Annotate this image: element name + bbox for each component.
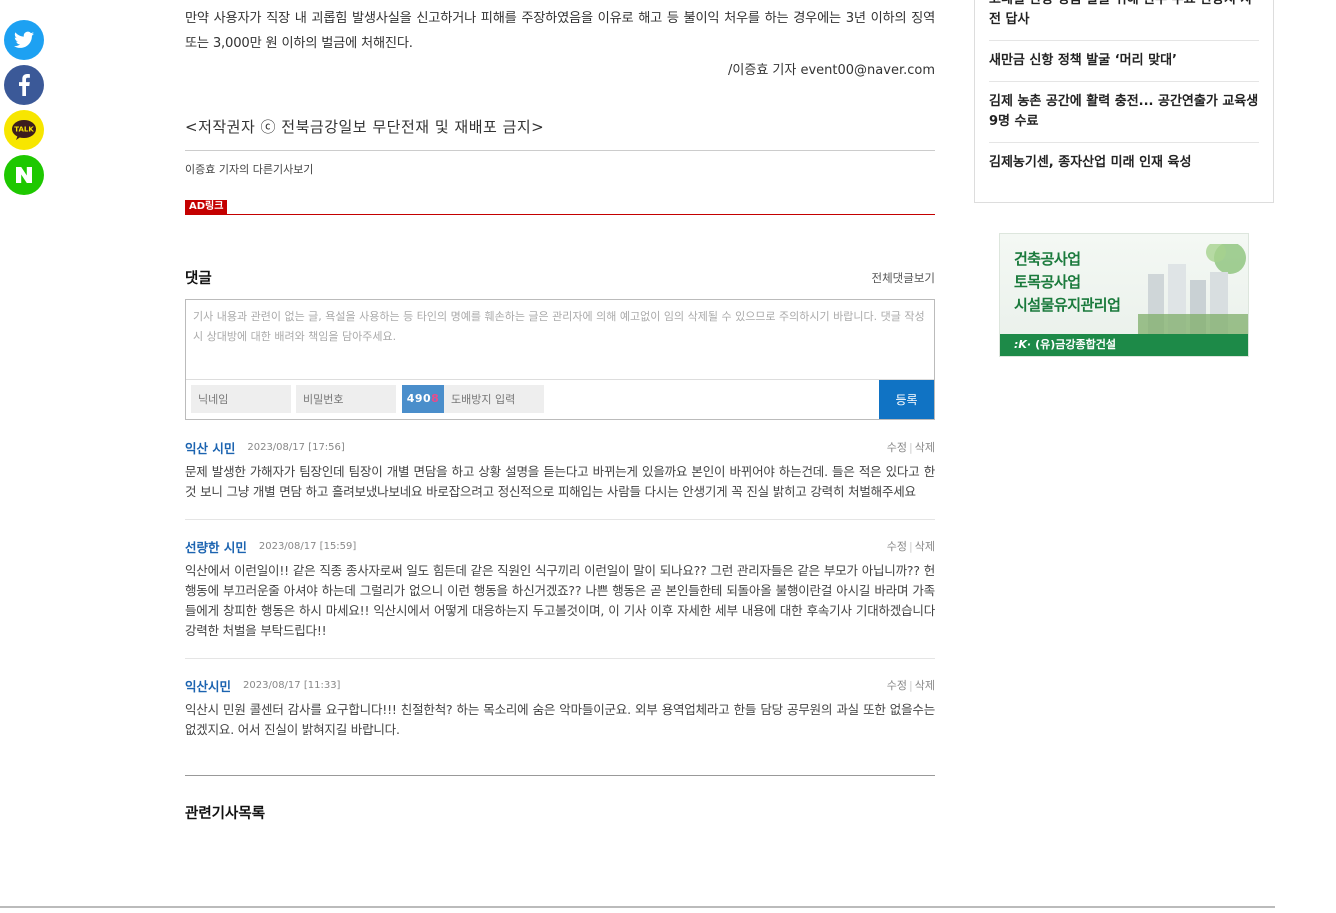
company-logo-icon: :K·	[1014, 338, 1032, 351]
sidebar-news-item[interactable]: 김제농기센, 종자산업 미래 인재 육성	[989, 143, 1259, 183]
sidebar-news-item[interactable]: 코레일 관광 상품 발굴 위해 완주 주요 관광지 사전 답사	[989, 0, 1259, 41]
article-paragraph: 만약 사용자가 직장 내 괴롭힘 발생사실을 신고하거나 피해를 주장하였음을 …	[185, 11, 935, 51]
naver-icon	[16, 167, 32, 183]
sidebar-news-item[interactable]: 새만금 신항 정책 발굴 ‘머리 맞대’	[989, 41, 1259, 82]
main-content: 만약 사용자가 직장 내 괴롭힘 발생사실을 신고하거나 피해를 주장하였음을 …	[185, 0, 935, 823]
comment-author: 익산시민	[185, 678, 232, 694]
ad-line-2: 토목공사업	[1014, 273, 1081, 291]
comment-text: 익산에서 이런일이!! 같은 직종 종사자로써 일도 힘든데 같은 직원인 식구…	[185, 563, 935, 638]
footer-divider	[0, 906, 1275, 908]
kakaotalk-share-button[interactable]: TALK	[4, 110, 44, 150]
twitter-share-button[interactable]	[4, 20, 44, 60]
nickname-input[interactable]	[191, 385, 291, 413]
twitter-icon	[14, 31, 34, 48]
sidebar-news-list: 코레일 관광 상품 발굴 위해 완주 주요 관광지 사전 답사 새만금 신항 정…	[974, 0, 1274, 203]
spam-prevention-input[interactable]	[444, 385, 544, 413]
related-articles-title: 관련기사목록	[185, 806, 266, 822]
comment-section-title: 댓글	[185, 271, 212, 287]
comment-delete-link[interactable]: 삭제	[915, 540, 935, 553]
comment-date: 2023/08/17 [11:33]	[243, 679, 341, 691]
ad-link-section: AD링크	[185, 199, 935, 215]
separator: |	[909, 441, 913, 454]
article-byline: /이증효 기자 event00@naver.com	[728, 63, 935, 78]
construction-ad-banner[interactable]: 건축공사업 토목공사업 시설물유지관리업 :K· (유)금강종합건설	[999, 233, 1249, 357]
svg-text:TALK: TALK	[14, 126, 34, 134]
ad-banner-text: 건축공사업 토목공사업 시설물유지관리업	[1014, 248, 1121, 317]
building-illustration	[1138, 244, 1248, 334]
comment-textarea[interactable]	[186, 300, 934, 380]
separator: |	[909, 540, 913, 553]
comment-text: 익산시 민원 콜센터 감사를 요구합니다!!! 친절한척? 하는 목소리에 숨은…	[185, 702, 935, 737]
separator: |	[909, 679, 913, 692]
password-input[interactable]	[296, 385, 396, 413]
captcha-digits: 490	[406, 392, 432, 405]
comment-form-row: 4908 등록	[186, 380, 934, 419]
comment-form: 4908 등록	[185, 299, 935, 420]
submit-comment-button[interactable]: 등록	[879, 380, 934, 419]
ad-company-name: (유)금강종합건설	[1035, 338, 1117, 351]
comment-edit-link[interactable]: 수정	[887, 441, 907, 454]
view-all-comments-link[interactable]: 전체댓글보기	[872, 270, 935, 286]
sidebar-news-item[interactable]: 김제 농촌 공간에 활력 충전... 공간연출가 교육생 9명 수료	[989, 82, 1259, 143]
comment-delete-link[interactable]: 삭제	[915, 441, 935, 454]
kakaotalk-icon: TALK	[12, 120, 36, 140]
comment-author: 선량한 시민	[185, 539, 247, 555]
social-share-bar: TALK	[4, 20, 44, 200]
comment-header: 댓글 전체댓글보기	[185, 267, 935, 288]
naver-share-button[interactable]	[4, 155, 44, 195]
comment-item: 익산 시민 2023/08/17 [17:56] 수정 | 삭제 문제 발생한 가해…	[185, 438, 935, 520]
comment-item: 익산시민 2023/08/17 [11:33] 수정 | 삭제 익산시 민원 콜센터…	[185, 676, 935, 757]
divider	[185, 775, 935, 776]
ad-link-badge: AD링크	[185, 200, 228, 214]
comment-list: 익산 시민 2023/08/17 [17:56] 수정 | 삭제 문제 발생한 가해…	[185, 438, 935, 757]
copyright-notice: <저작권자 ⓒ 전북금강일보 무단전재 및 재배포 금지>	[185, 118, 545, 136]
divider	[185, 150, 935, 151]
ad-line-1: 건축공사업	[1014, 250, 1081, 268]
comment-edit-link[interactable]: 수정	[887, 679, 907, 692]
comment-author: 익산 시민	[185, 440, 236, 456]
comment-date: 2023/08/17 [15:59]	[258, 540, 357, 552]
ad-banner-footer: :K· (유)금강종합건설	[1000, 334, 1248, 356]
comment-item: 선량한 시민 2023/08/17 [15:59] 수정 | 삭제 익산에서 이런일…	[185, 537, 935, 659]
comment-edit-link[interactable]: 수정	[887, 540, 907, 553]
facebook-share-button[interactable]	[4, 65, 44, 105]
captcha-image: 4908	[402, 385, 444, 413]
reporter-more-articles-link[interactable]: 이증효 기자의 다른기사보기	[185, 161, 313, 177]
comment-delete-link[interactable]: 삭제	[915, 679, 935, 692]
ad-line-3: 시설물유지관리업	[1014, 296, 1121, 314]
comment-text: 문제 발생한 가해자가 팀장인데 팀장이 개별 면담을 하고 상황 설명을 듣는…	[185, 464, 935, 499]
captcha-digit-red: 8	[431, 392, 440, 405]
facebook-icon	[19, 74, 30, 96]
comment-date: 2023/08/17 [17:56]	[247, 441, 345, 453]
